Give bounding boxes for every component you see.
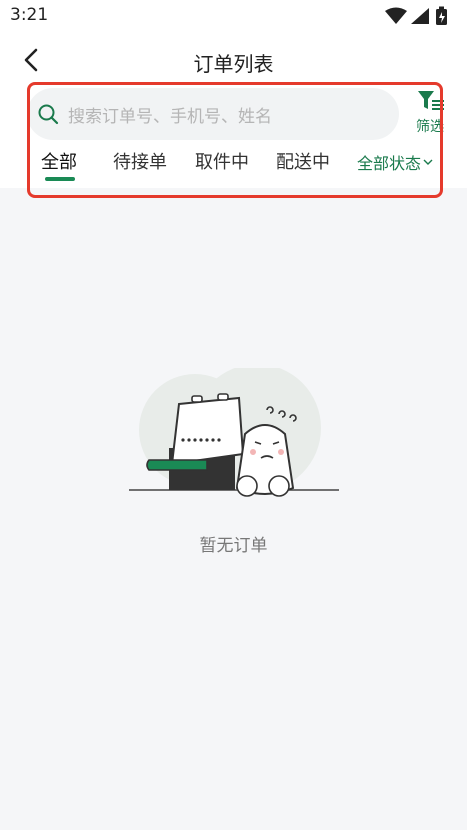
search-icon [38,104,59,125]
filter-icon [418,91,444,110]
page-title: 订单列表 [193,52,274,76]
tab-pending-accept[interactable]: 待接单 [113,148,167,174]
active-tab-indicator [45,177,75,181]
tab-delivering[interactable]: 配送中 [276,148,330,174]
search-input[interactable]: 搜索订单号、手机号、姓名 [27,88,399,140]
tab-picking-up[interactable]: 取件中 [195,148,249,174]
status-filter-dropdown[interactable]: 全部状态 [357,150,433,174]
status-bar: 3:21 [0,0,467,32]
status-time: 3:21 [10,5,49,25]
wifi-icon [385,7,407,24]
empty-orders-illustration [129,368,339,497]
battery-icon [436,6,447,25]
search-placeholder: 搜索订单号、手机号、姓名 [68,107,272,127]
empty-state-message: 暂无订单 [199,536,268,556]
header: 订单列表 搜索订单号、手机号、姓名 筛选 全部 待接单 取件中 配送中 全部状态 [0,32,467,198]
filter-button[interactable]: 筛选 [414,88,467,138]
status-filter-label: 全部状态 [357,154,422,173]
tab-all[interactable]: 全部 [41,148,77,174]
status-icons [385,6,447,25]
filter-label: 筛选 [416,119,444,135]
chevron-down-icon [423,159,433,165]
signal-icon [411,8,429,24]
